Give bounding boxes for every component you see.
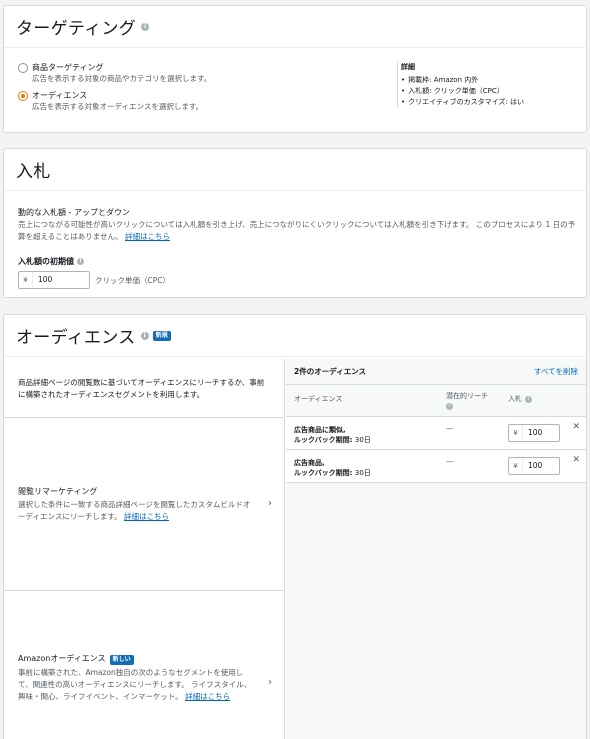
info-icon[interactable]: i: [140, 331, 149, 340]
initial-bid-value[interactable]: 100: [33, 272, 52, 288]
audience-name-line1: 広告商品に類似,: [294, 426, 346, 434]
bid-value[interactable]: 100: [523, 458, 542, 474]
audience-name-line2: ルックバック期間:: [294, 469, 353, 477]
currency-symbol: ¥: [509, 425, 523, 441]
bid-learn-more-link[interactable]: 詳細はこちら: [125, 232, 170, 241]
chevron-right-icon[interactable]: ›: [268, 498, 272, 509]
initial-bid-label-text: 入札額の初期値: [18, 257, 74, 266]
column-header-reach: 潜在的リーチ i: [446, 391, 488, 411]
bid-strategy-label: 動的な入札額 - アップとダウン: [18, 208, 130, 217]
radio-label: 商品ターゲティング: [32, 63, 104, 72]
selected-audiences-header: 2件のオーディエンス すべてを削除: [286, 359, 586, 385]
audience-name: 広告商品, ルックバック期間: 30日: [294, 458, 371, 478]
new-badge: 新しい: [109, 655, 134, 665]
targeting-title: ターゲティング: [16, 19, 137, 39]
table-row: 広告商品に類似, ルックバック期間: 30日 — ¥ 100 ✕: [286, 417, 586, 450]
currency-symbol: ¥: [509, 458, 523, 474]
details-item: 掲載枠: Amazon 内外: [401, 75, 524, 86]
radio-label: オーディエンス: [32, 91, 88, 100]
close-icon[interactable]: ✕: [572, 455, 580, 465]
audience-options-panel: 商品詳細ページの閲覧数に基づいてオーディエンスにリーチするか、事前に構築されたオ…: [4, 359, 285, 739]
targeting-card: ターゲティング i 商品ターゲティング 広告を表示する対象の商品やカテゴリを選択…: [3, 5, 587, 133]
column-header-bid-text: 入札: [508, 395, 522, 403]
info-icon[interactable]: i: [446, 402, 453, 410]
info-icon[interactable]: i: [525, 395, 532, 403]
details-item: クリエイティブのカスタマイズ: はい: [401, 97, 524, 108]
initial-bid-label: 入札額の初期値 i: [18, 256, 578, 267]
option-learn-more-link[interactable]: 詳細はこちら: [185, 692, 230, 701]
audience-name-line1: 広告商品,: [294, 459, 325, 467]
column-header-reach-text: 潜在的リーチ: [446, 392, 488, 400]
chevron-right-icon[interactable]: ›: [268, 677, 272, 688]
bid-input[interactable]: ¥ 100: [508, 457, 560, 475]
bid-unit-label: クリック単価（CPC）: [95, 275, 170, 285]
option-title: Amazonオーディエンス 新しい: [18, 653, 256, 665]
radio-button-selected[interactable]: [18, 91, 28, 101]
targeting-details: 詳細 掲載枠: Amazon 内外 入札額: クリック単価（CPC） クリエイテ…: [397, 62, 524, 108]
targeting-header: ターゲティング i: [4, 6, 586, 48]
bid-strategy-desc: 売上につながる可能性が高いクリックについては入札額を引き上げ、売上につながりにく…: [18, 219, 578, 243]
bid-card: 入札 動的な入札額 - アップとダウン 売上につながる可能性が高いクリックについ…: [3, 148, 587, 298]
initial-bid-input[interactable]: ¥ 100: [18, 271, 90, 289]
bid-desc-text: 売上につながる可能性が高いクリックについては入札額を引き上げ、売上につながりにく…: [18, 220, 576, 241]
new-badge: 新規: [152, 330, 171, 341]
radio-product-targeting[interactable]: 商品ターゲティング 広告を表示する対象の商品やカテゴリを選択します。: [18, 62, 211, 84]
radio-desc: 広告を表示する対象オーディエンスを選択します。: [32, 102, 204, 111]
radio-audience-targeting[interactable]: オーディエンス 広告を表示する対象オーディエンスを選択します。: [18, 90, 203, 112]
potential-reach: —: [446, 457, 454, 466]
audience-intro: 商品詳細ページの閲覧数に基づいてオーディエンスにリーチするか、事前に構築されたオ…: [4, 359, 284, 418]
bid-value[interactable]: 100: [523, 425, 542, 441]
option-title: 閲覧リマーケティング: [18, 487, 98, 496]
option-learn-more-link[interactable]: 詳細はこちら: [124, 512, 169, 521]
option-views-remarketing[interactable]: 閲覧リマーケティング 選択した条件に一致する商品詳細ページを閲覧したカスタムビル…: [4, 418, 284, 591]
column-header-audience: オーディエンス: [294, 395, 343, 403]
radio-button[interactable]: [18, 63, 28, 73]
radio-desc: 広告を表示する対象の商品やカテゴリを選択します。: [32, 74, 212, 83]
info-icon[interactable]: i: [141, 22, 150, 31]
option-desc: 事前に構築された、Amazon独自の次のようなセグメントを使用して、関連性の高い…: [18, 667, 256, 703]
option-amazon-audiences[interactable]: Amazonオーディエンス 新しい 事前に構築された、Amazon独自の次のような…: [4, 591, 284, 739]
option-title-text: Amazonオーディエンス: [18, 654, 106, 663]
lookback-value: 30日: [354, 469, 371, 477]
details-item: 入札額: クリック単価（CPC）: [401, 86, 524, 97]
bid-title: 入札: [16, 162, 51, 182]
column-header-bid: 入札 i: [508, 394, 532, 404]
potential-reach: —: [446, 424, 454, 433]
audience-header: オーディエンス i 新規: [4, 315, 586, 357]
close-icon[interactable]: ✕: [572, 422, 580, 432]
info-icon[interactable]: i: [77, 258, 84, 265]
details-title: 詳細: [401, 63, 415, 71]
audience-count: 2件のオーディエンス: [294, 367, 367, 376]
lookback-value: 30日: [354, 436, 371, 444]
bid-header: 入札: [4, 149, 586, 191]
audience-name: 広告商品に類似, ルックバック期間: 30日: [294, 425, 371, 445]
remove-all-link[interactable]: すべてを削除: [534, 366, 578, 377]
audience-card: オーディエンス i 新規 商品詳細ページの閲覧数に基づいてオーディエンスにリーチ…: [3, 314, 587, 739]
audience-title: オーディエンス: [16, 328, 136, 348]
selected-audiences-panel: 2件のオーディエンス すべてを削除 オーディエンス 潜在的リーチ i 入札 i 広告…: [286, 359, 586, 739]
option-desc: 選択した条件に一致する商品詳細ページを閲覧したカスタムビルドオーディエンスにリー…: [18, 499, 256, 523]
table-header: オーディエンス 潜在的リーチ i 入札 i: [286, 385, 586, 417]
bid-input[interactable]: ¥ 100: [508, 424, 560, 442]
table-row: 広告商品, ルックバック期間: 30日 — ¥ 100 ✕: [286, 450, 586, 483]
audience-name-line2: ルックバック期間:: [294, 436, 353, 444]
currency-symbol: ¥: [19, 272, 33, 288]
